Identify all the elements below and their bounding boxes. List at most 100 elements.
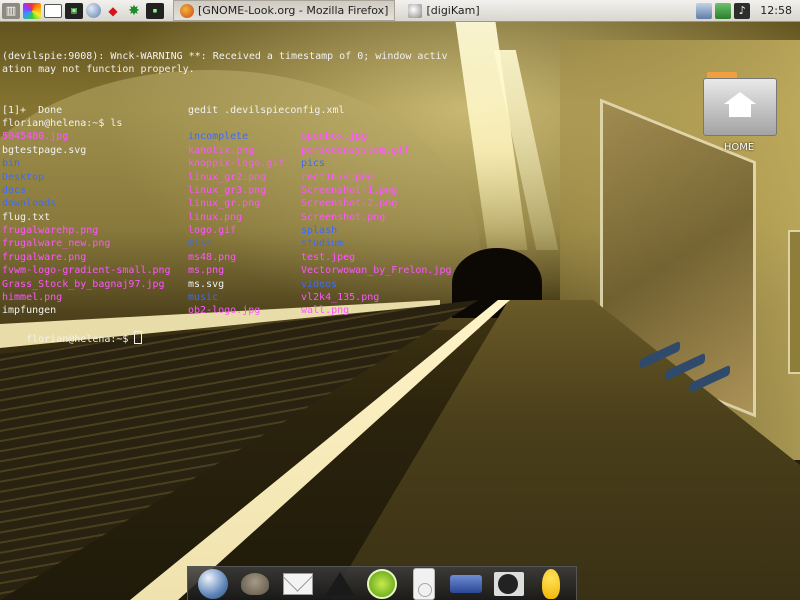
dock-item-mail[interactable]: [282, 569, 314, 599]
dock-item-gimp[interactable]: [239, 569, 271, 599]
ls-row: flug.txt linux.png Screenshot.png: [2, 211, 792, 224]
ls-image-file: himmel.png: [2, 292, 63, 304]
ls-image-file: linux_gr2.png: [188, 171, 267, 183]
globe-icon: [198, 568, 229, 599]
ls-directory: splash: [301, 225, 338, 237]
warning-line: ation may not function properly.: [2, 64, 195, 76]
ls-image-file: test.jpeg: [301, 251, 356, 263]
job-status-line: [1]+ Done gedit .devilspieconfig.xml: [2, 104, 792, 117]
ls-directory: Desktop: [2, 171, 45, 183]
ls-image-file: frugalware.png: [2, 251, 87, 263]
ls-image-file: openbox.jpg: [301, 131, 368, 143]
ls-row: frugalware_new.png misc studium: [2, 237, 792, 250]
taskbar-item-firefox[interactable]: [GNOME-Look.org - Mozilla Firefox]: [173, 0, 396, 21]
dock-item-browser[interactable]: [197, 568, 229, 599]
desktop-icon-label: HOME: [723, 142, 755, 153]
dock-item-radio[interactable]: [450, 569, 483, 599]
system-tray: ♪ 12:58: [693, 0, 800, 21]
prompt-ls: florian@helena:~$ ls: [2, 117, 123, 129]
ls-row: docs linux_gr3.png Screenshot-1.png: [2, 184, 792, 197]
ls-row: himmel.png music vl2k4_135.png: [2, 291, 792, 304]
ls-image-file: Screenshot.png: [301, 211, 386, 223]
ls-directory: music: [188, 292, 219, 304]
ls-image-file: wall.png: [301, 305, 350, 317]
dock-item-ipod[interactable]: [408, 567, 440, 600]
ls-image-file: ms.png: [188, 265, 225, 277]
ls-row: Desktop linux_gr2.png rect1674.png: [2, 171, 792, 184]
warning-line: (devilspie:9008): Wnck-WARNING **: Recei…: [2, 51, 448, 62]
ls-image-file: kanotix.png: [188, 144, 255, 156]
inkscape-icon: [324, 571, 355, 596]
prompt-final[interactable]: florian@helena:~$: [2, 318, 792, 345]
volume-icon[interactable]: ♪: [734, 2, 751, 19]
battery-icon[interactable]: [715, 2, 732, 19]
text-cursor: [134, 331, 143, 345]
terminal-launcher-icon[interactable]: ▣: [65, 2, 83, 19]
ls-row: bgtestpage.svg kanotix.png periodensystem.…: [2, 144, 792, 157]
ls-directory: downloads: [2, 198, 57, 210]
ls-row: fvwm-logo-gradient-small.png ms.png Vector…: [2, 264, 792, 277]
turntable-icon: [493, 571, 524, 596]
ls-image-file: linux_gr3.png: [188, 184, 267, 196]
ls-image-file: Screenshot-1.png: [301, 184, 398, 196]
ls-image-file: frugalwarehp.png: [2, 225, 99, 237]
job-command: gedit .devilspieconfig.xml: [188, 104, 345, 116]
ls-row: frugalware.png ms48.png test.jpeg: [2, 251, 792, 264]
star-launcher-icon[interactable]: ✸: [125, 3, 143, 19]
web-launcher-icon[interactable]: [86, 3, 101, 18]
ls-row: impfungen ob2-logo.jpg wall.png: [2, 304, 792, 317]
network-icon[interactable]: [696, 2, 713, 19]
dock-item-turntable[interactable]: [493, 569, 525, 599]
ls-image-file: vl2k4_135.png: [301, 292, 380, 304]
dock-item-limewire[interactable]: [366, 568, 398, 599]
ls-image-file: linux.png: [188, 211, 243, 223]
home-folder-icon: [703, 72, 777, 136]
ls-image-file: Vectorwowan_by_Frelon.jpg: [301, 265, 452, 277]
taskbar-item-label: [digiKam]: [426, 4, 480, 17]
ls-directory: pics: [301, 158, 326, 170]
ls-row: frugalwarehp.png logo.gif splash: [2, 224, 792, 237]
ls-directory: incomplete: [188, 131, 249, 143]
app-launcher-icon[interactable]: ◆: [104, 3, 122, 19]
desktop-icon-home[interactable]: HOME: [700, 72, 778, 153]
ls-image-file: 5045480.jpg: [2, 131, 69, 143]
prompt-text: florian@helena:~$: [26, 334, 135, 346]
gimp-launcher-icon[interactable]: ▥: [2, 2, 20, 19]
ls-directory: videos: [301, 278, 338, 290]
ls-row: downloads linux_gr.png Screenshot-2.png: [2, 197, 792, 210]
job-done: [1]+ Done: [2, 104, 63, 116]
color-launcher-icon[interactable]: [23, 2, 41, 19]
aim-icon: [541, 568, 560, 599]
clock[interactable]: 12:58: [760, 4, 792, 17]
taskbar-item-digikam[interactable]: [digiKam]: [401, 0, 486, 21]
ls-image-file: linux_gr.png: [188, 198, 261, 210]
dock-item-inkscape[interactable]: [324, 569, 356, 599]
ls-file: bgtestpage.svg: [2, 144, 87, 156]
ls-listing: 5045480.jpg incomplete openbox.jpg bgtestpa…: [2, 130, 792, 317]
ls-row: bin knoppix-logo.gif pics: [2, 157, 792, 170]
ls-directory: misc: [188, 238, 213, 250]
ls-image-file: Grass_Stock_by_bagnaj97.jpg: [2, 278, 165, 290]
ls-directory: studium: [301, 238, 344, 250]
dock-item-aim[interactable]: [535, 568, 567, 599]
digikam-icon: [408, 3, 423, 18]
ls-image-file: Screenshot-2.png: [301, 198, 398, 210]
window-launcher-icon[interactable]: [44, 3, 62, 18]
ls-image-file: frugalware_new.png: [2, 238, 111, 250]
ls-image-file: rect1674.png: [301, 171, 374, 183]
ipod-icon: [413, 567, 436, 600]
shell-launcher-icon[interactable]: ▪: [146, 2, 164, 19]
ls-file: ms.svg: [188, 278, 225, 290]
ls-directory: docs: [2, 184, 27, 196]
gimp-icon: [241, 572, 270, 595]
limewire-icon: [366, 568, 397, 599]
ls-row: 5045480.jpg incomplete openbox.jpg: [2, 130, 792, 143]
ls-image-file: fvwm-logo-gradient-small.png: [2, 265, 171, 277]
application-dock: [187, 566, 577, 600]
top-panel: ▥ ▣ ◆ ✸ ▪ [GNOME-Look.org - Mozilla Fire…: [0, 0, 800, 22]
panel-launchers: ▥ ▣ ◆ ✸ ▪: [0, 0, 167, 21]
terminal-output[interactable]: (devilspie:9008): Wnck-WARNING **: Recei…: [2, 50, 792, 345]
ls-image-file: periodensystem.gif: [301, 144, 410, 156]
